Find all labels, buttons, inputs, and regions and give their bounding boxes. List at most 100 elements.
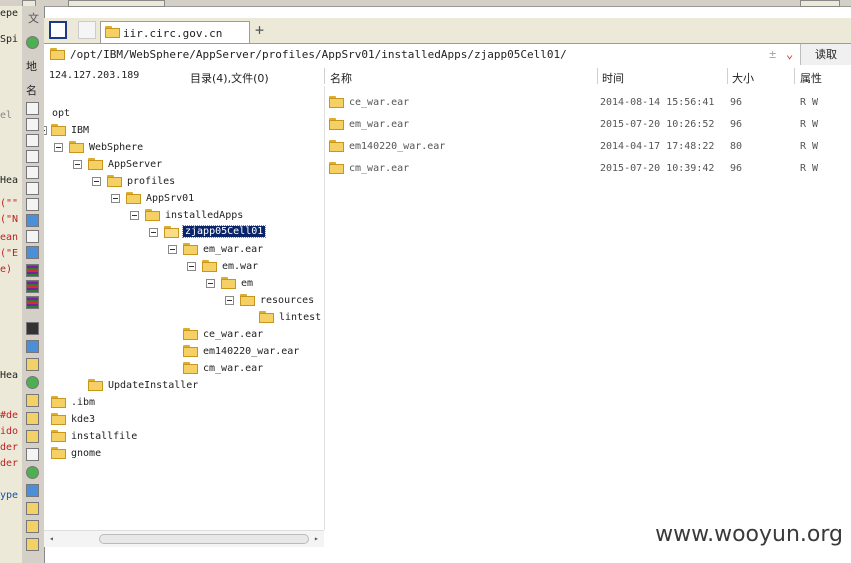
tree-horizontal-scrollbar[interactable]: ◂ ▸ (44, 530, 324, 547)
file-row[interactable]: ce_war.ear 2014-08-14 15:56:41 96 R W (325, 91, 851, 113)
column-divider (597, 68, 598, 84)
panel-toggle-icon[interactable] (49, 21, 67, 39)
folder-icon (51, 124, 67, 136)
tool-icon[interactable] (26, 198, 39, 211)
tool-icon[interactable] (26, 466, 39, 479)
new-tab-button[interactable]: + (255, 21, 264, 39)
left-fragment: el (0, 110, 13, 121)
collapse-toggle-icon[interactable] (54, 143, 63, 152)
tree-label: em_war.ear (203, 244, 264, 255)
file-time: 2015-07-20 10:39:42 (600, 163, 715, 174)
tool-icon[interactable] (26, 230, 39, 243)
left-fragment: epe (0, 8, 19, 19)
column-name[interactable]: 名称 (330, 70, 352, 86)
folder-icon[interactable] (26, 412, 39, 425)
tool-icon[interactable] (26, 134, 39, 147)
blank-tab-icon[interactable] (78, 21, 96, 39)
file-attr: R W (800, 119, 819, 130)
scroll-right-icon[interactable]: ▸ (314, 534, 319, 543)
tree-label: .ibm (71, 397, 96, 408)
tool-icon[interactable] (26, 484, 39, 497)
tree-label: AppSrv01 (146, 193, 195, 204)
history-icon[interactable]: ± (769, 47, 776, 61)
file-row[interactable]: cm_war.ear 2015-07-20 10:39:42 96 R W (325, 157, 851, 179)
file-name: em140220_war.ear (349, 141, 446, 152)
tree-label: IBM (71, 125, 90, 136)
tool-icon[interactable] (26, 150, 39, 163)
left-fragment: ype (0, 490, 19, 501)
file-size: 96 (730, 163, 743, 174)
folder-icon (51, 396, 67, 408)
folder-icon (69, 141, 85, 153)
collapse-toggle-icon[interactable] (73, 160, 82, 169)
tree-label: AppServer (108, 159, 163, 170)
tool-icon[interactable] (26, 118, 39, 131)
left-fragment: ean (0, 232, 19, 243)
tree-label: cm_war.ear (203, 363, 264, 374)
collapse-toggle-icon[interactable] (187, 262, 196, 271)
tree-label: em (241, 278, 254, 289)
folder-icon[interactable] (26, 502, 39, 515)
collapse-toggle-icon[interactable] (130, 211, 139, 220)
file-row[interactable]: em140220_war.ear 2014-04-17 17:48:22 80 … (325, 135, 851, 157)
tree-label: installfile (71, 431, 138, 442)
tool-icon[interactable] (26, 376, 39, 389)
tree-label: em.war (222, 261, 259, 272)
file-row[interactable]: em_war.ear 2015-07-20 10:26:52 96 R W (325, 113, 851, 135)
collapse-toggle-icon[interactable] (149, 228, 158, 237)
folder-icon (329, 140, 345, 152)
folder-icon[interactable] (26, 520, 39, 533)
folder-icon[interactable] (26, 538, 39, 551)
folder-icon[interactable] (26, 430, 39, 443)
tool-icon[interactable] (26, 214, 39, 227)
window-control[interactable] (800, 0, 840, 7)
back-arrow-icon[interactable] (26, 36, 39, 49)
collapse-toggle-icon[interactable] (225, 296, 234, 305)
tool-icon[interactable] (26, 280, 39, 293)
column-time[interactable]: 时间 (602, 70, 624, 86)
folder-icon[interactable] (26, 358, 39, 371)
file-name: em_war.ear (349, 119, 410, 130)
tool-icon[interactable] (26, 322, 39, 335)
dir-summary: 目录(4),文件(0) (190, 72, 269, 85)
scroll-left-icon[interactable]: ◂ (49, 534, 54, 543)
chevron-down-icon[interactable]: ⌄ (786, 47, 793, 61)
file-time: 2014-08-14 15:56:41 (600, 97, 715, 108)
folder-icon (88, 158, 104, 170)
column-size[interactable]: 大小 (732, 70, 754, 86)
path-input[interactable]: /opt/IBM/WebSphere/AppServer/profiles/Ap… (70, 48, 567, 61)
scrollbar-thumb[interactable] (99, 534, 309, 544)
left-fragment: Hea (0, 175, 19, 186)
folder-icon (51, 430, 67, 442)
tool-icon[interactable] (26, 264, 39, 277)
tool-icon[interactable] (26, 296, 39, 309)
tree-label: opt (52, 108, 71, 119)
collapse-toggle-icon[interactable] (168, 245, 177, 254)
tool-icon[interactable] (26, 340, 39, 353)
tool-icon[interactable] (26, 166, 39, 179)
folder-icon (145, 209, 161, 221)
folder-icon (51, 413, 67, 425)
tree-label: profiles (127, 176, 176, 187)
tool-icon[interactable] (26, 448, 39, 461)
folder-icon[interactable] (26, 394, 39, 407)
file-size: 96 (730, 119, 743, 130)
collapse-toggle-icon[interactable] (44, 126, 47, 135)
read-button[interactable]: 读取 (800, 44, 851, 65)
collapse-toggle-icon[interactable] (111, 194, 120, 203)
tool-icon[interactable] (26, 246, 39, 259)
tree-label: kde3 (71, 414, 96, 425)
folder-icon (126, 192, 142, 204)
collapse-toggle-icon[interactable] (206, 279, 215, 288)
left-fragment: ("E (0, 248, 19, 259)
collapse-toggle-icon[interactable] (92, 177, 101, 186)
column-divider (794, 68, 795, 84)
tool-icon[interactable] (26, 102, 39, 115)
tab-iir-circ[interactable]: iir.circ.gov.cn (100, 21, 250, 43)
column-attr[interactable]: 属性 (800, 70, 822, 86)
tool-icon[interactable] (26, 182, 39, 195)
folder-icon (50, 48, 66, 60)
column-divider (727, 68, 728, 84)
left-fragment: der (0, 442, 19, 453)
tree-label: installedApps (165, 210, 244, 221)
